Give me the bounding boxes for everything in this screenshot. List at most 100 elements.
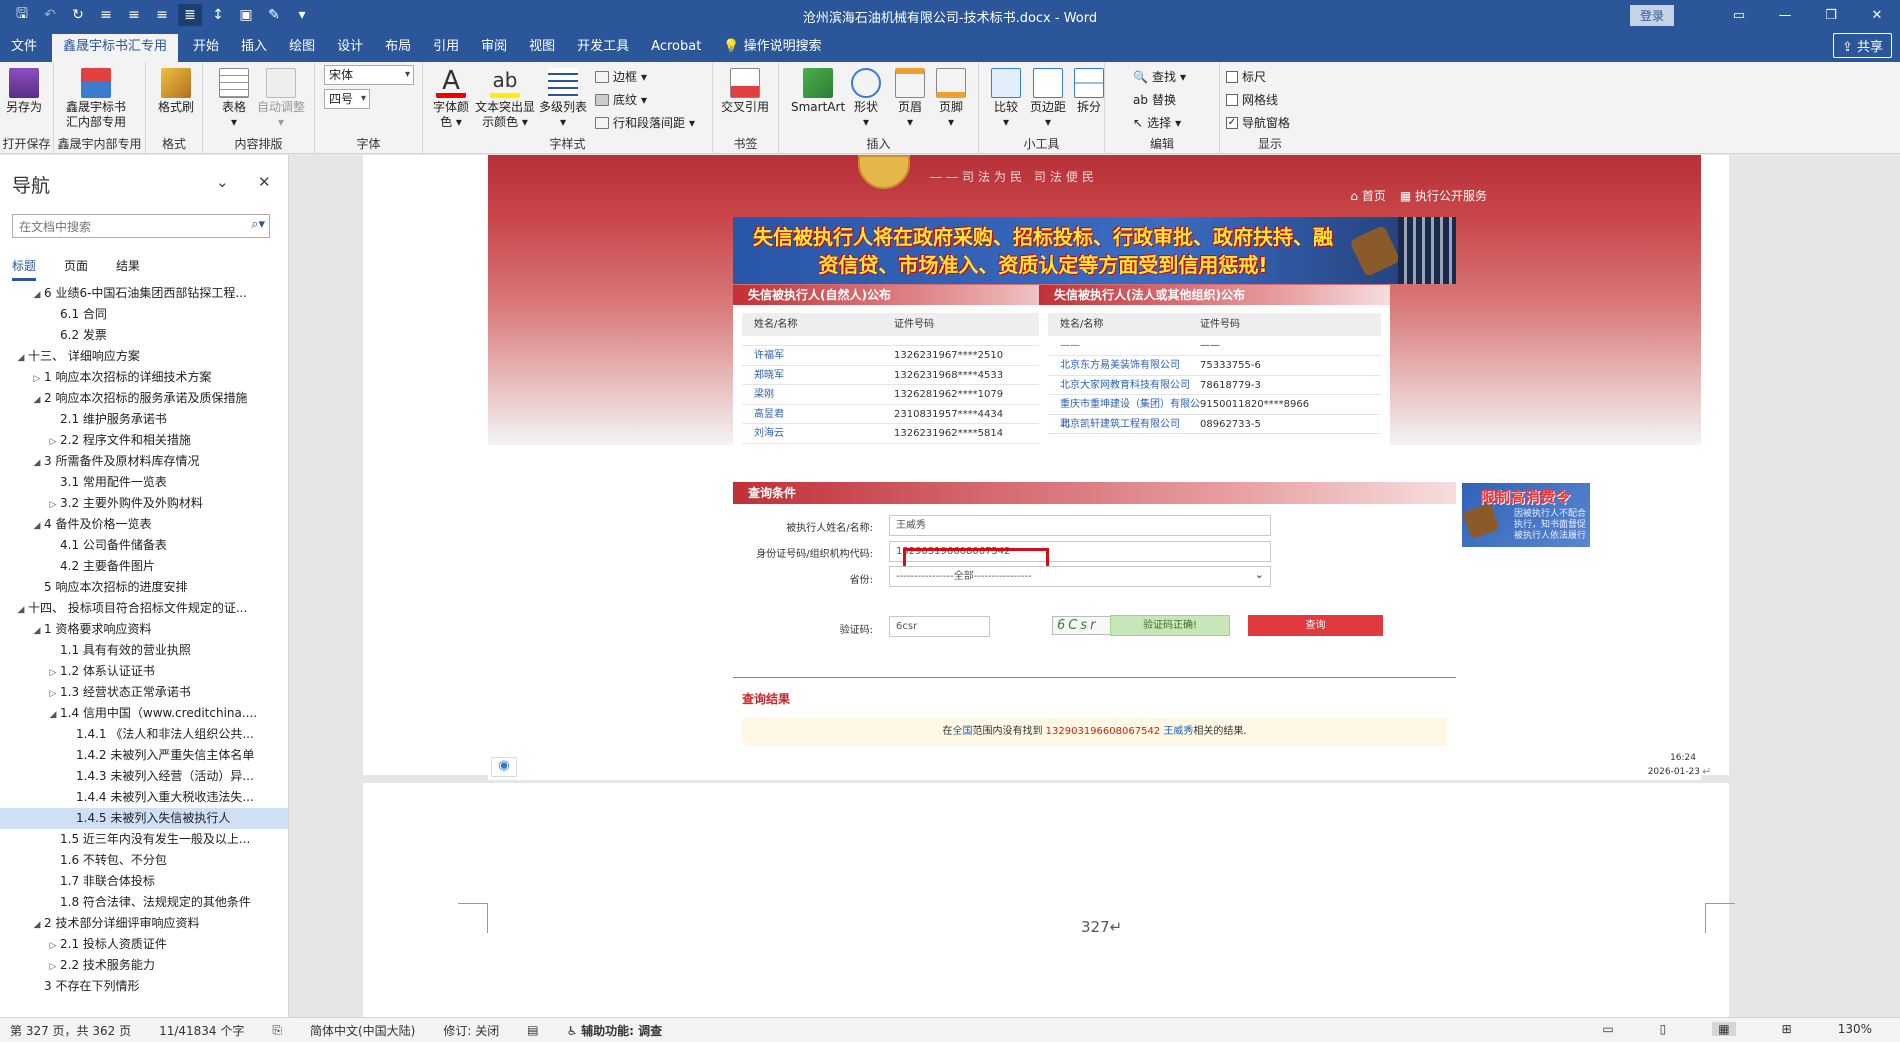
word-count[interactable]: 11/41834 个字 (159, 1022, 244, 1039)
nav-item[interactable]: ◢ 2 响应本次招标的服务承诺及质保措施 (0, 388, 288, 409)
nav-item[interactable]: 1.1 具有有效的营业执照 (0, 640, 288, 661)
consumption-ban-ad[interactable]: 限制高消费令 因被执行人不配合执行，知书面督促被执行人依法履行 (1462, 483, 1590, 547)
row-name-link[interactable]: 郑晓军 (742, 366, 894, 385)
shading-button[interactable]: 底纹 ▾ (595, 91, 647, 108)
nav-item[interactable]: ◢ 十四、 投标项目符合招标文件规定的证... (0, 598, 288, 619)
nav-pane-checkbox[interactable]: ✓ 导航窗格 (1226, 114, 1290, 131)
compare-button[interactable]: 比较 ▾ (991, 68, 1021, 130)
collapse-arrow-icon[interactable]: ◢ (30, 915, 44, 934)
expand-arrow-icon[interactable]: ▷ (46, 495, 60, 514)
nav-item[interactable]: 1.7 非联合体投标 (0, 871, 288, 892)
nav-tab-pages[interactable]: 页面 (64, 257, 88, 281)
nav-item[interactable]: 1.4.2 未被列入严重失信主体名单 (0, 745, 288, 766)
align-right-icon[interactable]: ≡ (150, 4, 174, 26)
ribbon-display-icon[interactable]: ▭ (1716, 8, 1762, 23)
format-painter-button[interactable]: 格式刷 (158, 68, 194, 115)
gridlines-checkbox[interactable]: 网格线 (1226, 91, 1278, 108)
justify-icon[interactable]: ≣ (178, 4, 202, 26)
nav-item[interactable]: 6.2 发票 (0, 325, 288, 346)
print-layout-icon[interactable]: ▦ (1712, 1022, 1736, 1036)
expand-arrow-icon[interactable]: ▷ (46, 684, 60, 703)
nav-item[interactable]: 5 响应本次招标的进度安排 (0, 577, 288, 598)
ruler-checkbox[interactable]: 标尺 (1226, 68, 1266, 85)
margins-button[interactable]: 页边距 ▾ (1030, 68, 1066, 130)
font-size-dropdown[interactable]: 四号 (324, 89, 370, 109)
save-icon[interactable]: 🖫 (10, 4, 34, 26)
nav-close-icon[interactable]: ✕ (258, 173, 271, 191)
tab-developer[interactable]: 开发工具 (566, 34, 640, 62)
province-select[interactable]: ----------------全部---------------- (889, 565, 1271, 587)
collapse-arrow-icon[interactable]: ◢ (30, 390, 44, 409)
row-name-link[interactable]: 北京东方易美装饰有限公司 (1048, 356, 1200, 375)
font-name-dropdown[interactable]: 宋体 (324, 65, 414, 85)
select-button[interactable]: ↖ 选择 ▾ (1133, 114, 1181, 131)
tell-me-search[interactable]: 💡 操作说明搜索 (712, 34, 832, 62)
row-name-link[interactable]: 刘海云 (742, 424, 894, 443)
expand-arrow-icon[interactable]: ▷ (46, 432, 60, 451)
nav-search-input[interactable]: 在文档中搜索 ⌕▾ (12, 214, 270, 238)
collapse-arrow-icon[interactable]: ◢ (30, 516, 44, 535)
collapse-arrow-icon[interactable]: ◢ (14, 348, 28, 367)
nav-item[interactable]: 1.5 近三年内没有发生一般及以上... (0, 829, 288, 850)
page-count[interactable]: 第 327 页，共 362 页 (10, 1022, 131, 1039)
language-status[interactable]: 简体中文(中国大陆) (310, 1022, 415, 1039)
line-spacing-icon[interactable]: ↕ (206, 4, 230, 26)
nav-item[interactable]: ▷ 3.2 主要外购件及外购材料 (0, 493, 288, 514)
tab-layout[interactable]: 布局 (374, 34, 422, 62)
tab-review[interactable]: 审阅 (470, 34, 518, 62)
footer-button[interactable]: 页脚 ▾ (936, 68, 966, 130)
highlight-button[interactable]: ab 文本突出显 示颜色 ▾ (475, 68, 535, 130)
web-layout-icon[interactable]: ⊞ (1782, 1022, 1792, 1036)
row-name-link[interactable]: 高昱君 (742, 405, 894, 424)
collapse-arrow-icon[interactable]: ◢ (30, 285, 44, 304)
nav-item[interactable]: ▷ 1.2 体系认证证书 (0, 661, 288, 682)
nav-item[interactable]: ▷ 2.1 投标人资质证件 (0, 934, 288, 955)
smartart-button[interactable]: SmartArt (791, 68, 845, 115)
read-mode-icon[interactable]: ▯ (1660, 1022, 1667, 1036)
tab-acrobat[interactable]: Acrobat (640, 34, 712, 62)
row-name-link[interactable]: 北京大家网教育科技有限公司 (1048, 376, 1200, 395)
nav-item[interactable]: 2.1 维护服务承诺书 (0, 409, 288, 430)
nav-options-chevron-icon[interactable]: ⌄ (216, 173, 229, 191)
nav-item[interactable]: 6.1 合同 (0, 304, 288, 325)
tab-references[interactable]: 引用 (422, 34, 470, 62)
nav-item[interactable]: ◢ 6 业绩6-中国石油集团西部钻探工程... (0, 283, 288, 304)
xsy-internal-button[interactable]: 鑫晟宇标书 汇内部专用 (66, 68, 126, 130)
nav-item[interactable]: ▷ 1 响应本次招标的详细技术方案 (0, 367, 288, 388)
nav-item[interactable]: 1.4.1 《法人和非法人组织公共... (0, 724, 288, 745)
nav-tab-results[interactable]: 结果 (116, 257, 140, 281)
track-changes-status[interactable]: 修订: 关闭 (443, 1022, 499, 1039)
expand-arrow-icon[interactable]: ▷ (46, 936, 60, 955)
line-spacing-button[interactable]: 行和段落间距 ▾ (595, 114, 695, 131)
name-input[interactable]: 王威秀 (889, 515, 1271, 536)
captcha-input[interactable]: 6csr (889, 616, 990, 637)
tab-view[interactable]: 视图 (518, 34, 566, 62)
nav-item[interactable]: ◢ 3 所需备件及原材料库存情况 (0, 451, 288, 472)
align-left-icon[interactable]: ≡ (94, 4, 118, 26)
tab-design[interactable]: 设计 (326, 34, 374, 62)
collapse-arrow-icon[interactable]: ◢ (30, 621, 44, 640)
undo-icon[interactable]: ↶ (38, 4, 62, 26)
nav-item[interactable]: ◢ 1 资格要求响应资料 (0, 619, 288, 640)
align-center-icon[interactable]: ≡ (122, 4, 146, 26)
nav-item[interactable]: ◢ 十三、 详细响应方案 (0, 346, 288, 367)
tab-xsy[interactable]: 鑫晟宇标书汇专用 (52, 34, 179, 62)
save-as-button[interactable]: 另存为 (6, 68, 42, 115)
multilevel-list-button[interactable]: 多级列表 ▾ (539, 68, 587, 130)
nav-item[interactable]: 1.8 符合法律、法规规定的其他条件 (0, 892, 288, 913)
nav-tab-headings[interactable]: 标题 (12, 257, 37, 281)
save-as-icon[interactable]: ▣ (234, 4, 258, 26)
redo-icon[interactable]: ↻ (66, 4, 90, 26)
focus-mode-icon[interactable]: ▭ (1602, 1022, 1613, 1036)
row-name-link[interactable]: 北京凯轩建筑工程有限公司 (1048, 415, 1200, 434)
nav-item[interactable]: ▷ 2.2 技术服务能力 (0, 955, 288, 976)
nav-item[interactable]: 3.1 常用配件一览表 (0, 472, 288, 493)
nav-item[interactable]: ▷ 1.3 经营状态正常承诺书 (0, 682, 288, 703)
nav-item[interactable]: 1.4.4 未被列入重大税收违法失... (0, 787, 288, 808)
border-button[interactable]: 边框 ▾ (595, 68, 647, 85)
site-exec-service-link[interactable]: ▦ 执行公开服务 (1400, 187, 1487, 204)
minimize-button[interactable]: — (1762, 8, 1808, 23)
customize-qat-icon[interactable]: ▾ (290, 4, 314, 26)
accessibility-status[interactable]: ♿ 辅助功能: 调查 (567, 1022, 663, 1039)
split-button[interactable]: 拆分 (1074, 68, 1104, 115)
